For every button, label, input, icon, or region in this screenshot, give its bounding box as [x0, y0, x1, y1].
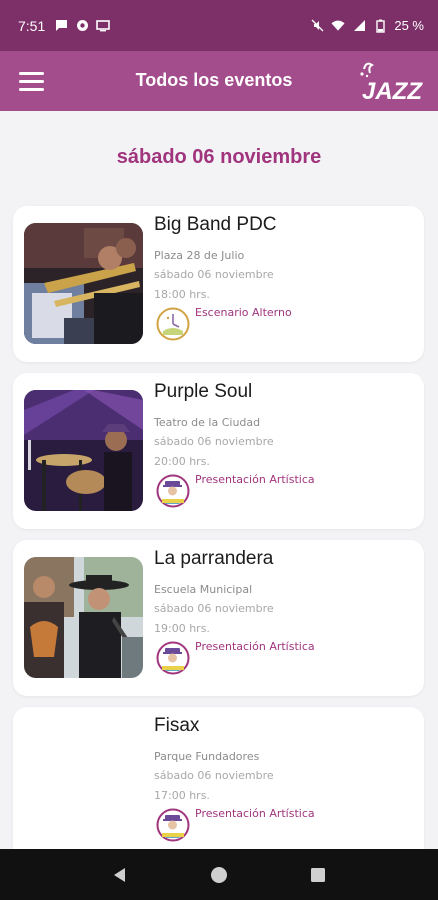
event-type: Presentación Artística: [195, 807, 315, 820]
system-nav-bar: [0, 849, 438, 900]
event-venue: Plaza 28 de Julio: [154, 249, 245, 262]
recents-button[interactable]: [306, 863, 330, 887]
event-card-fisax[interactable]: Fisax Parque Fundadores sábado 06 noviem…: [13, 707, 424, 863]
event-date: sábado 06 noviembre: [154, 435, 274, 448]
event-image: [24, 557, 143, 678]
wifi-icon: [331, 19, 345, 33]
svg-text:JAZZ: JAZZ: [362, 78, 423, 103]
event-date: sábado 06 noviembre: [154, 268, 274, 281]
event-image: [24, 223, 143, 344]
event-card-big-band-pdc[interactable]: Big Band PDC Plaza 28 de Julio sábado 06…: [13, 206, 424, 362]
event-type: Escenario Alterno: [195, 306, 292, 319]
app-notification-icon: [75, 19, 89, 33]
back-button[interactable]: [108, 863, 132, 887]
event-card-la-parrandera[interactable]: La parrandera Escuela Municipal sábado 0…: [13, 540, 424, 696]
home-button[interactable]: [207, 863, 231, 887]
event-time: 18:00 hrs.: [154, 288, 210, 301]
event-title: Big Band PDC: [154, 214, 277, 235]
back-icon: [113, 867, 125, 882]
signal-icon: [352, 19, 366, 33]
event-venue: Escuela Municipal: [154, 583, 253, 596]
recents-icon: [311, 867, 326, 882]
event-time: 19:00 hrs.: [154, 622, 210, 635]
event-venue: Teatro de la Ciudad: [154, 416, 261, 429]
performer-icon: [156, 808, 190, 842]
performer-icon: [156, 474, 190, 508]
event-time: 17:00 hrs.: [154, 789, 210, 802]
event-date: sábado 06 noviembre: [154, 769, 274, 782]
event-title: Fisax: [154, 715, 200, 736]
performer-icon: [156, 641, 190, 675]
event-venue: Parque Fundadores: [154, 750, 260, 763]
status-bar: 7:51 25 %: [0, 0, 438, 51]
event-type: Presentación Artística: [195, 473, 315, 486]
event-image-placeholder: [24, 724, 143, 845]
status-right: 25 %: [310, 18, 424, 33]
battery-icon: [373, 19, 387, 33]
mute-icon: [310, 19, 324, 33]
date-header: sábado 06 noviembre: [116, 146, 322, 168]
home-icon: [210, 866, 227, 883]
event-time: 20:00 hrs.: [154, 455, 210, 468]
event-image: [24, 390, 143, 511]
status-left: 7:51: [18, 17, 111, 34]
clock-stage-icon: [156, 307, 190, 341]
event-title: Purple Soul: [154, 381, 253, 402]
jazz-logo[interactable]: JAZZ: [358, 59, 424, 103]
event-card-purple-soul[interactable]: Purple Soul Teatro de la Ciudad sábado 0…: [13, 373, 424, 529]
app-bar: Todos los eventos JAZZ: [0, 51, 438, 111]
battery-level: 25 %: [394, 18, 424, 33]
status-time: 7:51: [18, 17, 46, 34]
event-date: sábado 06 noviembre: [154, 602, 274, 615]
event-type: Presentación Artística: [195, 640, 315, 653]
screen-icon: [96, 19, 111, 33]
message-icon: [54, 19, 68, 33]
event-title: La parrandera: [154, 548, 274, 569]
